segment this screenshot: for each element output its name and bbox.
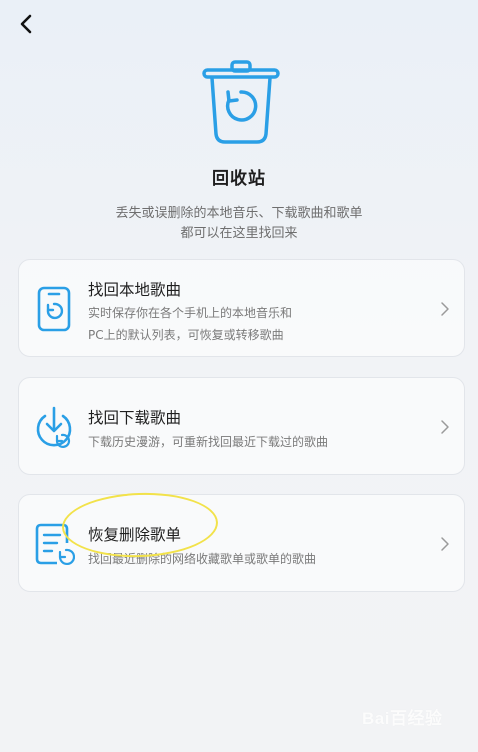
card-title: 恢复删除歌单 [88,526,182,544]
watermark: Bai百经验 [362,709,443,728]
card-title: 找回本地歌曲 [88,281,182,299]
card-description-line-1: 实时保存你在各个手机上的本地音乐和 [88,306,293,320]
phone-restore-icon [37,286,71,332]
card-restore-local-songs[interactable]: 找回本地歌曲 实时保存你在各个手机上的本地音乐和 PC上的默认列表，可恢复或转移… [18,259,465,357]
chevron-right-icon [441,420,449,434]
page-subtitle: 丢失或误删除的本地音乐、下载歌曲和歌单 都可以在这里找回来 [0,204,478,244]
recycle-bin-icon [202,60,280,144]
card-description-line-2: PC上的默认列表，可恢复或转移歌曲 [88,328,284,342]
card-description: 下载历史漫游，可重新找回最近下载过的歌曲 [88,431,438,453]
back-button[interactable] [12,10,40,38]
recycle-bin-page: 回收站 丢失或误删除的本地音乐、下载歌曲和歌单 都可以在这里找回来 找回本地歌曲… [0,0,478,752]
subtitle-line-2: 都可以在这里找回来 [180,226,298,241]
card-title: 找回下载歌曲 [88,409,182,427]
card-description: 实时保存你在各个手机上的本地音乐和 PC上的默认列表，可恢复或转移歌曲 [88,302,438,346]
subtitle-line-1: 丢失或误删除的本地音乐、下载歌曲和歌单 [115,206,363,221]
chevron-right-icon [441,537,449,551]
card-description: 找回最近删除的网络收藏歌单或歌单的歌曲 [88,548,438,570]
card-restore-deleted-playlists[interactable]: 恢复删除歌单 找回最近删除的网络收藏歌单或歌单的歌曲 [18,494,465,592]
page-title: 回收站 [212,169,266,189]
download-restore-icon [36,406,72,448]
chevron-right-icon [441,302,449,316]
card-restore-downloaded-songs[interactable]: 找回下载歌曲 下载历史漫游，可重新找回最近下载过的歌曲 [18,377,465,475]
card-description-line-1: 下载历史漫游，可重新找回最近下载过的歌曲 [88,435,329,449]
card-description-line-1: 找回最近删除的网络收藏歌单或歌单的歌曲 [88,552,317,566]
chevron-left-icon [20,14,32,34]
playlist-restore-icon [35,523,75,566]
